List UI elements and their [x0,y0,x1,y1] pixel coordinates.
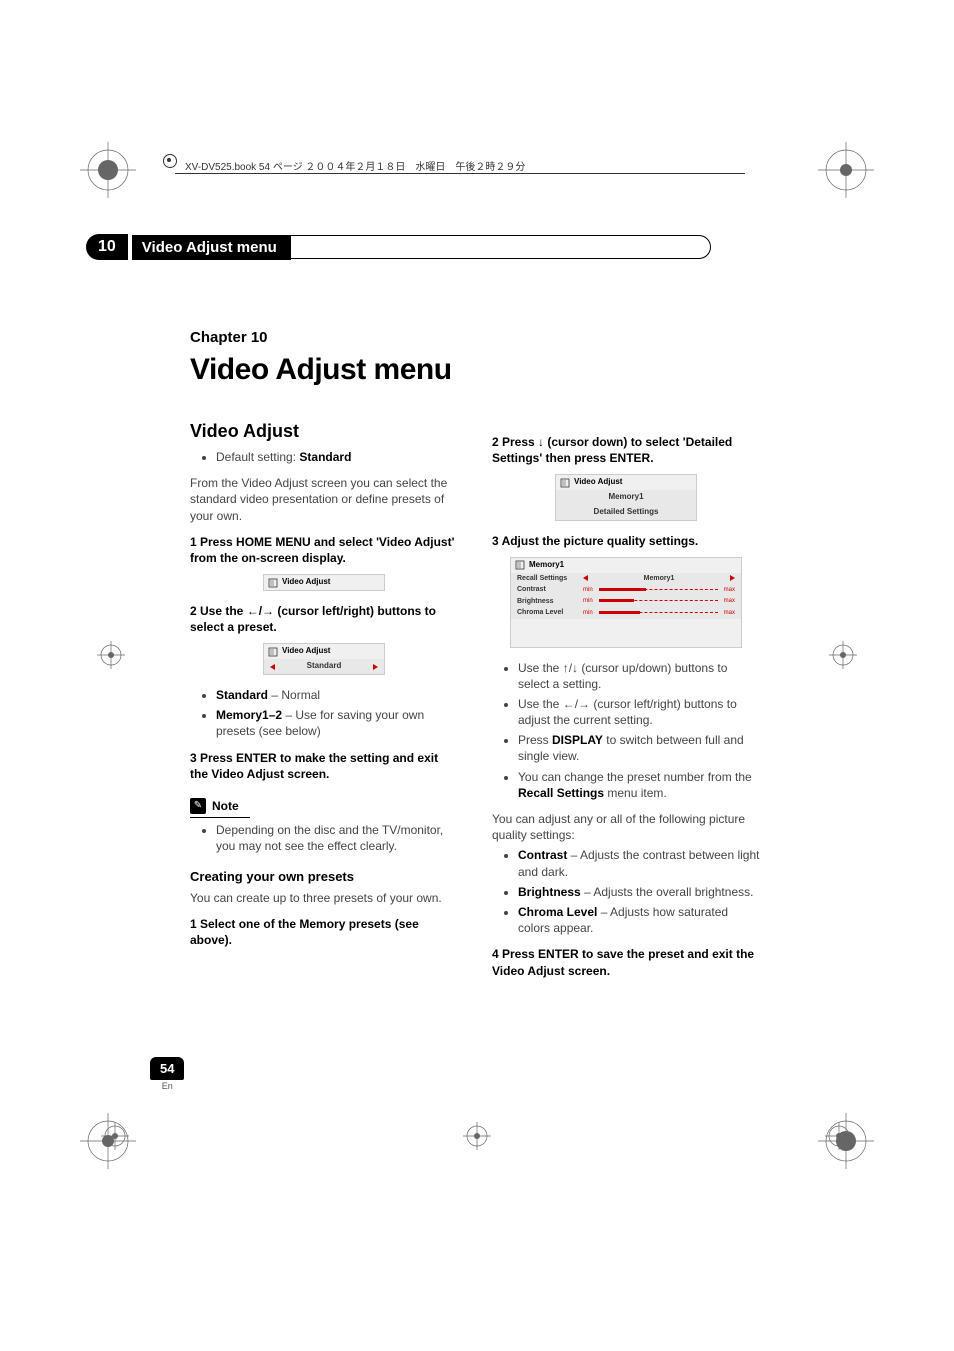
right-step-2: 2 Press ↓ (cursor down) to select 'Detai… [492,434,760,466]
document-icon [268,578,278,588]
document-icon [560,478,570,488]
hint-recall: You can change the preset number from th… [518,769,760,801]
row-contrast: Contrast min max [511,584,741,595]
step-2: 2 Use the ←/→ (cursor left/right) button… [190,603,458,635]
alignment-mark-bl2 [100,1121,130,1151]
page: XV-DV525.book 54 ページ ２００４年２月１８日 水曜日 午後２時… [0,0,954,1351]
alignment-mark-mr [828,640,858,670]
section-tab: 10 Video Adjust menu [86,234,711,260]
subsection-intro: You can create up to three presets of yo… [190,890,458,906]
note-header: ✎ Note [190,798,250,818]
step-3: 3 Press ENTER to make the setting and ex… [190,750,458,782]
subsection-heading: Creating your own presets [190,868,458,886]
alignment-mark-ml [96,640,126,670]
right-step-3: 3 Adjust the picture quality settings. [492,533,760,549]
row-chroma: Chroma Level min max [511,607,741,618]
section-number: 10 [86,234,128,260]
right-column: 2 Press ↓ (cursor down) to select 'Detai… [492,328,760,985]
left-column: Chapter 10 Video Adjust menu Video Adjus… [190,328,458,985]
quality-intro: You can adjust any or all of the followi… [492,811,760,843]
hint-display: Press DISPLAY to switch between full and… [518,732,760,764]
section-tab-trail [290,235,711,259]
quality-chroma: Chroma Level – Adjusts how saturated col… [518,904,760,936]
alignment-mark-bc [462,1121,492,1151]
right-step-4: 4 Press ENTER to save the preset and exi… [492,946,760,978]
section-heading: Video Adjust [190,419,458,443]
note-icon: ✎ [190,798,206,814]
row-recall: Recall Settings Memory1 [511,573,741,584]
chapter-title: Video Adjust menu [190,350,458,391]
note-text: Depending on the disc and the TV/monitor… [216,822,458,854]
arrow-right-icon [373,664,378,670]
osd-panel-video-adjust-1: Video Adjust [263,574,385,591]
arrow-left-icon [583,575,588,581]
crop-mark-tr [816,140,876,200]
row-brightness: Brightness min max [511,596,741,607]
alignment-mark-br2 [824,1121,854,1151]
intro-text: From the Video Adjust screen you can sel… [190,475,458,524]
arrow-right-icon [730,575,735,581]
print-header: XV-DV525.book 54 ページ ２００４年２月１８日 水曜日 午後２時… [175,158,745,174]
content-columns: Chapter 10 Video Adjust menu Video Adjus… [190,328,760,985]
osd-panel-video-adjust-2: Video Adjust Standard [263,643,385,675]
crop-mark-tl [78,140,138,200]
osd-panel-sliders: Memory1 Recall Settings Memory1 Contrast… [510,557,742,648]
preset-standard: Standard – Normal [216,687,458,703]
arrow-left-icon [270,664,275,670]
quality-contrast: Contrast – Adjusts the contrast between … [518,847,760,879]
document-icon [268,647,278,657]
page-number: 54 En [150,1057,184,1091]
document-icon [515,560,525,570]
step-1: 1 Press HOME MENU and select 'Video Adju… [190,534,458,566]
hint-cursor-updown: Use the ↑/↓ (cursor up/down) buttons to … [518,660,760,692]
sub-step-1: 1 Select one of the Memory presets (see … [190,916,458,948]
section-label: Video Adjust menu [132,235,291,260]
hint-cursor-leftright: Use the ←/→ (cursor left/right) buttons … [518,696,760,728]
quality-brightness: Brightness – Adjusts the overall brightn… [518,884,760,900]
default-setting-line: Default setting: Standard [216,449,458,465]
chapter-label: Chapter 10 [190,328,458,348]
osd-panel-memory: Video Adjust Memory1 Detailed Settings [555,474,697,520]
preset-memory: Memory1–2 – Use for saving your own pres… [216,707,458,739]
